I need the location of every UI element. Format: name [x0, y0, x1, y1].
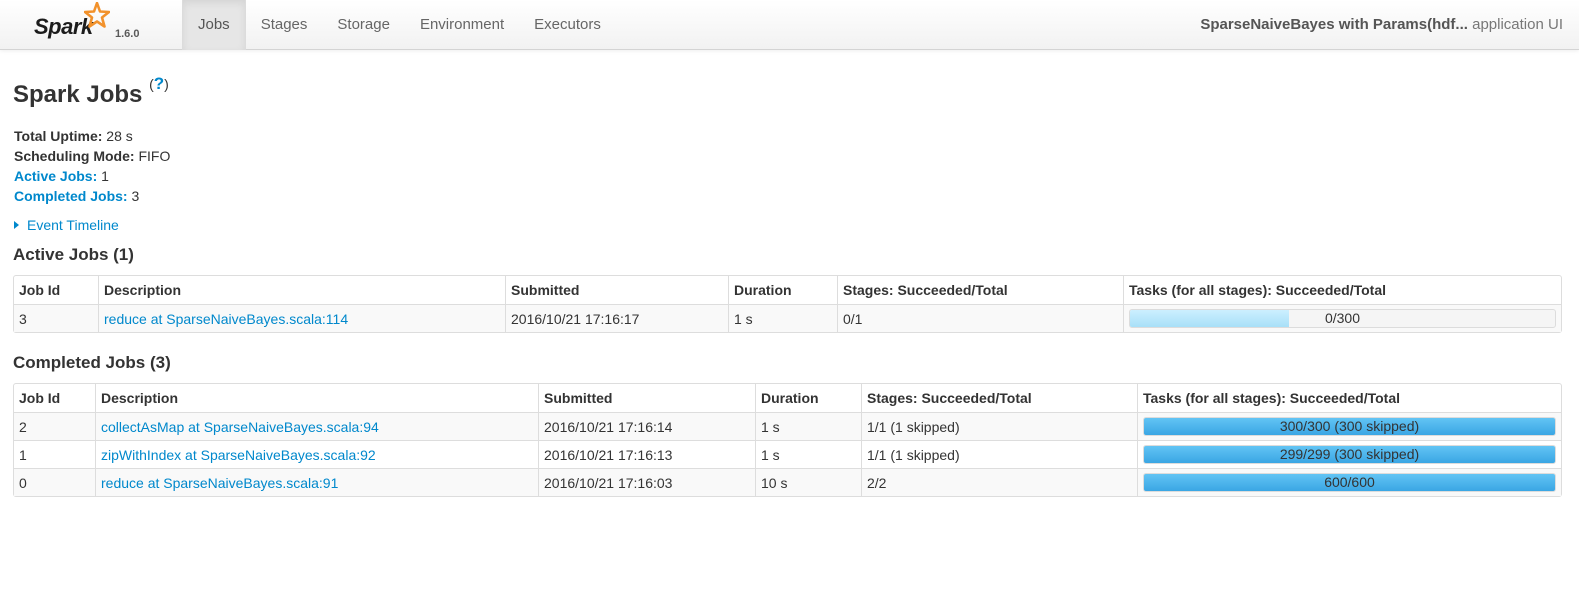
tasks-progress-bar: 600/600 [1143, 473, 1556, 492]
completed-jobs-label: Completed Jobs: [14, 188, 128, 204]
scheduling-mode-value: FIFO [134, 148, 171, 164]
tab-stages[interactable]: Stages [246, 0, 323, 50]
page-title-text: Spark Jobs [13, 81, 143, 108]
tasks-progress-label: 0/300 [1324, 310, 1361, 326]
uptime-label: Total Uptime: [14, 128, 103, 144]
top-navbar: Spark 1.6.0 Jobs Stages Storage Environm… [0, 0, 1579, 50]
application-name: SparseNaiveBayes with Params(hdf... appl… [1200, 0, 1563, 50]
table-header-row: Job Id Description Submitted Duration St… [14, 276, 1561, 304]
column-header-description[interactable]: Description [95, 384, 538, 412]
column-header-job-id[interactable]: Job Id [14, 384, 95, 412]
job-submitted: 2016/10/21 17:16:14 [538, 412, 755, 440]
page-title: Spark Jobs (?) [13, 74, 169, 109]
active-jobs-table: Job Id Description Submitted Duration St… [13, 275, 1562, 333]
uptime-value: 28 s [102, 128, 133, 144]
job-id: 3 [14, 304, 98, 332]
job-submitted: 2016/10/21 17:16:13 [538, 440, 755, 468]
job-description-cell: reduce at SparseNaiveBayes.scala:91 [95, 468, 538, 496]
scheduling-mode-label: Scheduling Mode: [14, 148, 135, 164]
table-row: 1 zipWithIndex at SparseNaiveBayes.scala… [14, 440, 1561, 468]
job-description-cell: collectAsMap at SparseNaiveBayes.scala:9… [95, 412, 538, 440]
application-ui-suffix: application UI [1467, 16, 1563, 33]
table-row: 3 reduce at SparseNaiveBayes.scala:114 2… [14, 304, 1561, 332]
job-stages: 1/1 (1 skipped) [861, 412, 1137, 440]
job-tasks-cell: 0/300 [1123, 304, 1561, 332]
summary-uptime: Total Uptime: 28 s [14, 126, 170, 146]
tab-jobs[interactable]: Jobs [182, 0, 246, 50]
tab-environment[interactable]: Environment [405, 0, 519, 50]
table-row: 2 collectAsMap at SparseNaiveBayes.scala… [14, 412, 1561, 440]
completed-jobs-heading: Completed Jobs (3) [13, 353, 171, 372]
summary-completed-jobs: Completed Jobs: 3 [14, 186, 170, 206]
application-title: SparseNaiveBayes with Params(hdf... [1200, 16, 1468, 33]
job-id: 1 [14, 440, 95, 468]
job-duration: 1 s [755, 412, 861, 440]
job-description-link[interactable]: collectAsMap at SparseNaiveBayes.scala:9… [101, 419, 379, 435]
completed-jobs-value: 3 [127, 188, 140, 204]
help-tooltip: (?) [149, 74, 169, 93]
help-link[interactable]: ? [154, 74, 164, 93]
job-id: 0 [14, 468, 95, 496]
job-submitted: 2016/10/21 17:16:17 [505, 304, 728, 332]
job-description-link[interactable]: reduce at SparseNaiveBayes.scala:114 [104, 311, 348, 327]
job-duration: 1 s [755, 440, 861, 468]
active-jobs-link[interactable]: Active Jobs: [14, 168, 97, 184]
column-header-stages[interactable]: Stages: Succeeded/Total [861, 384, 1137, 412]
job-description-link[interactable]: zipWithIndex at SparseNaiveBayes.scala:9… [101, 447, 376, 463]
tab-storage[interactable]: Storage [322, 0, 405, 50]
job-stages: 0/1 [837, 304, 1123, 332]
table-row: 0 reduce at SparseNaiveBayes.scala:91 20… [14, 468, 1561, 496]
column-header-submitted[interactable]: Submitted [505, 276, 728, 304]
column-header-description[interactable]: Description [98, 276, 505, 304]
completed-jobs-table: Job Id Description Submitted Duration St… [13, 383, 1562, 497]
job-tasks-cell: 300/300 (300 skipped) [1137, 412, 1561, 440]
event-timeline-label: Event Timeline [27, 217, 119, 233]
job-duration: 10 s [755, 468, 861, 496]
column-header-tasks[interactable]: Tasks (for all stages): Succeeded/Total [1137, 384, 1561, 412]
tab-executors[interactable]: Executors [519, 0, 616, 50]
summary-scheduling-mode: Scheduling Mode: FIFO [14, 146, 170, 166]
tasks-progress-bar: 299/299 (300 skipped) [1143, 445, 1556, 464]
column-header-job-id[interactable]: Job Id [14, 276, 98, 304]
tasks-progress-label: 300/300 (300 skipped) [1279, 418, 1420, 434]
active-jobs-label: Active Jobs: [14, 168, 98, 184]
column-header-tasks[interactable]: Tasks (for all stages): Succeeded/Total [1123, 276, 1561, 304]
job-submitted: 2016/10/21 17:16:03 [538, 468, 755, 496]
column-header-stages[interactable]: Stages: Succeeded/Total [837, 276, 1123, 304]
job-stages: 1/1 (1 skipped) [861, 440, 1137, 468]
spark-star-icon [84, 2, 110, 28]
job-tasks-cell: 600/600 [1137, 468, 1561, 496]
job-stages: 2/2 [861, 468, 1137, 496]
summary-active-jobs: Active Jobs: 1 [14, 166, 170, 186]
spark-logo[interactable]: Spark 1.6.0 [28, 0, 158, 50]
active-jobs-heading: Active Jobs (1) [13, 245, 134, 264]
job-description-cell: zipWithIndex at SparseNaiveBayes.scala:9… [95, 440, 538, 468]
spark-version: 1.6.0 [115, 28, 140, 40]
table-header-row: Job Id Description Submitted Duration St… [14, 384, 1561, 412]
job-description-link[interactable]: reduce at SparseNaiveBayes.scala:91 [101, 475, 338, 491]
job-tasks-cell: 299/299 (300 skipped) [1137, 440, 1561, 468]
jobs-summary: Total Uptime: 28 s Scheduling Mode: FIFO… [14, 126, 170, 206]
column-header-submitted[interactable]: Submitted [538, 384, 755, 412]
tasks-progress-label: 600/600 [1324, 474, 1375, 490]
job-description-cell: reduce at SparseNaiveBayes.scala:114 [98, 304, 505, 332]
column-header-duration[interactable]: Duration [755, 384, 861, 412]
main-nav-tabs: Jobs Stages Storage Environment Executor… [182, 0, 616, 50]
job-id: 2 [14, 412, 95, 440]
expand-arrow-icon [14, 221, 19, 229]
event-timeline-toggle[interactable]: Event Timeline [14, 217, 119, 233]
completed-jobs-link[interactable]: Completed Jobs: [14, 188, 128, 204]
tasks-progress-bar: 0/300 [1129, 309, 1556, 328]
job-duration: 1 s [728, 304, 837, 332]
tasks-progress-bar: 300/300 (300 skipped) [1143, 417, 1556, 436]
active-jobs-value: 1 [97, 168, 109, 184]
tasks-progress-label: 299/299 (300 skipped) [1279, 446, 1420, 462]
column-header-duration[interactable]: Duration [728, 276, 837, 304]
